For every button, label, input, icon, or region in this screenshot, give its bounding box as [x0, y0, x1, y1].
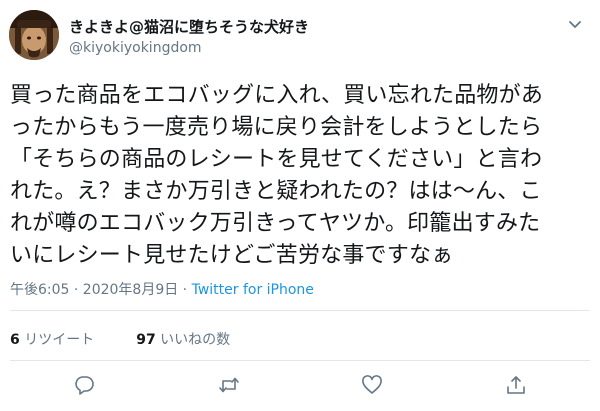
retweets-count: 6	[10, 332, 20, 348]
avatar[interactable]	[9, 10, 59, 60]
tweet-line: いにレシート見せたけどご苦労な事ですなぁ	[10, 243, 454, 268]
tweet-stats: 6 リツイート 97 いいねの数	[10, 329, 230, 349]
reply-icon[interactable]	[73, 374, 95, 396]
tweet-line: 買った商品をエコバッグに入れ、買い忘れた品物があ	[10, 83, 544, 108]
timestamp[interactable]: 午後6:05 · 2020年8月9日 ·	[10, 282, 192, 298]
divider	[10, 360, 590, 361]
retweet-icon[interactable]	[218, 374, 240, 396]
source-link[interactable]: Twitter for iPhone	[192, 282, 314, 298]
tweet-line: れが噂のエコバック万引きってヤツか。印籠出すみた	[10, 211, 541, 236]
tweet-line: ったからもう一度売り場に戻り会計をしようとしたら	[10, 115, 543, 140]
likes-label: いいねの数	[160, 332, 231, 348]
avatar-image	[9, 10, 59, 60]
likes-count: 97	[136, 332, 156, 348]
share-icon[interactable]	[505, 374, 527, 396]
tweet-line: れた。え？まさか万引きと疑われたの？はは〜ん、こ	[10, 179, 542, 204]
tweet-meta: 午後6:05 · 2020年8月9日 · Twitter for iPhone	[10, 279, 314, 299]
retweets-stat[interactable]: 6 リツイート	[10, 332, 94, 348]
likes-stat[interactable]: 97 いいねの数	[136, 332, 230, 348]
retweets-label: リツイート	[24, 332, 95, 348]
tweet-line: 「そちらの商品のレシートを見せてください」と言わ	[10, 147, 543, 172]
heart-icon[interactable]	[361, 374, 383, 396]
divider	[10, 310, 590, 311]
display-name[interactable]: きよきよ@猫沼に堕ちそうな犬好き	[69, 16, 309, 37]
user-handle[interactable]: @kiyokiyokingdom	[69, 40, 202, 56]
tweet-text: 買った商品をエコバッグに入れ、買い忘れた品物があ ったからもう一度売り場に戻り会…	[10, 80, 595, 272]
chevron-down-icon[interactable]	[565, 14, 585, 34]
